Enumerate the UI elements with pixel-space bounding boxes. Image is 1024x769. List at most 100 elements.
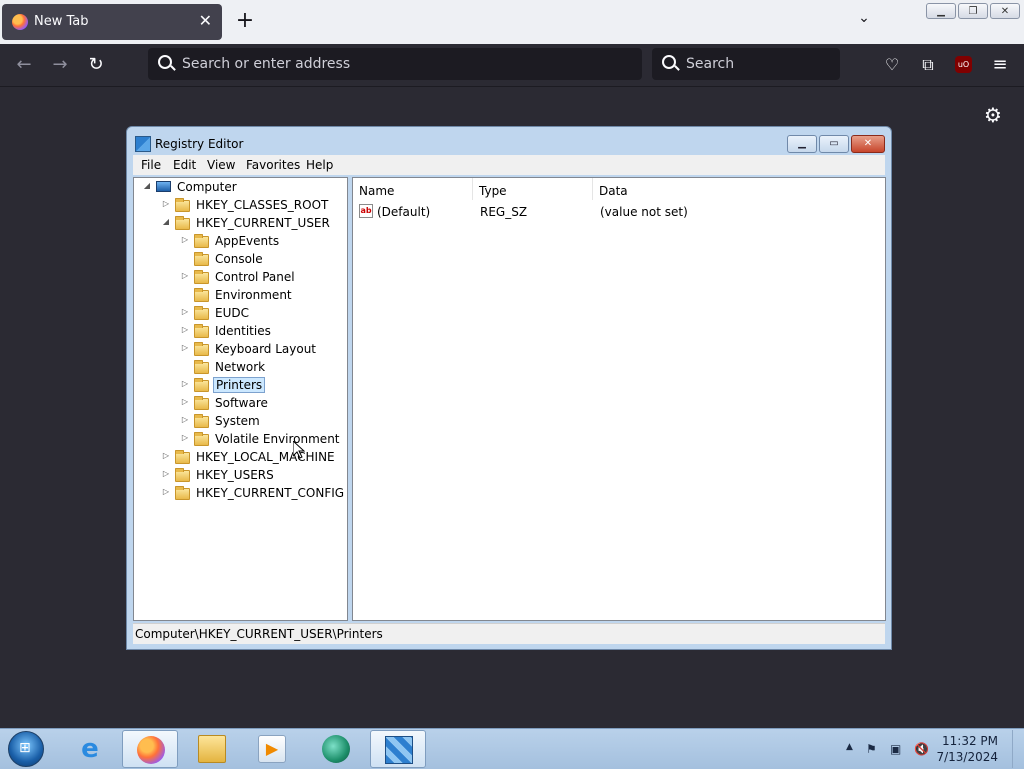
tree-node-label: Keyboard Layout xyxy=(215,342,317,356)
expand-icon[interactable]: ▷ xyxy=(180,271,190,280)
tree-node-label: HKEY_USERS xyxy=(196,468,274,482)
clock-date: 7/13/2024 xyxy=(936,750,998,764)
taskbar-firefox[interactable] xyxy=(122,730,178,768)
tree-node-label: System xyxy=(215,414,260,428)
status-path: Computer\HKEY_CURRENT_USER\Printers xyxy=(135,627,383,641)
expand-icon[interactable]: ▷ xyxy=(180,235,190,244)
search-bar[interactable]: Search xyxy=(652,48,840,80)
column-header-type[interactable]: Type xyxy=(473,178,593,200)
menu-icon[interactable]: ≡ xyxy=(988,53,1012,77)
menu-file[interactable]: File xyxy=(141,158,161,172)
back-icon[interactable]: ← xyxy=(12,53,36,77)
volume-muted-icon[interactable]: 🔇 xyxy=(914,742,929,756)
tree-node-label: Volatile Environment xyxy=(215,432,340,446)
taskbar-app[interactable] xyxy=(308,730,364,768)
tree-node-label: AppEvents xyxy=(215,234,280,248)
taskbar-internet-explorer[interactable]: e xyxy=(62,730,118,768)
value-type: REG_SZ xyxy=(480,205,528,219)
expand-icon[interactable]: ▷ xyxy=(161,487,171,496)
ublock-label: uO xyxy=(957,60,970,69)
folder-icon xyxy=(194,234,209,248)
column-header-name[interactable]: Name xyxy=(353,178,473,200)
expand-icon[interactable]: ▷ xyxy=(180,379,190,388)
regedit-minimize-button[interactable]: ▁ xyxy=(787,135,817,153)
column-header-data[interactable]: Data xyxy=(593,178,883,200)
reload-icon[interactable]: ↻ xyxy=(84,53,108,77)
tree-node-label: HKEY_CURRENT_USER xyxy=(196,216,330,230)
new-tab-button[interactable]: + xyxy=(234,8,256,34)
expand-icon[interactable]: ▷ xyxy=(180,397,190,406)
expand-icon[interactable]: ▷ xyxy=(161,199,171,208)
folder-icon xyxy=(175,468,190,482)
address-bar[interactable]: Search or enter address xyxy=(148,48,642,80)
folder-icon xyxy=(194,378,209,392)
taskbar-file-explorer[interactable] xyxy=(184,730,240,768)
expand-icon[interactable]: ▷ xyxy=(161,469,171,478)
tab-new-tab[interactable]: New Tab ✕ xyxy=(2,4,222,40)
show-desktop-button[interactable] xyxy=(1012,730,1024,768)
show-hidden-icons[interactable]: ▲ xyxy=(846,742,853,752)
folder-icon xyxy=(198,735,226,763)
extensions-icon[interactable]: ⧉ xyxy=(916,53,940,77)
list-all-tabs-icon[interactable]: ⌄ xyxy=(854,10,874,30)
expand-icon[interactable]: ▷ xyxy=(180,343,190,352)
tree-node-label: Control Panel xyxy=(215,270,295,284)
menu-help[interactable]: Help xyxy=(306,158,333,172)
value-name: (Default) xyxy=(377,205,431,219)
folder-icon xyxy=(194,396,209,410)
value-data: (value not set) xyxy=(600,205,688,219)
collapse-icon[interactable]: ◢ xyxy=(142,181,152,190)
taskbar-media-player[interactable]: ▶ xyxy=(244,730,300,768)
ublock-origin-icon[interactable]: uO xyxy=(955,56,972,73)
registry-editor-icon xyxy=(385,736,413,764)
expand-icon[interactable]: ▷ xyxy=(180,433,190,442)
close-tab-icon[interactable]: ✕ xyxy=(199,11,212,30)
firefox-icon xyxy=(137,736,165,764)
regedit-close-button[interactable]: ✕ xyxy=(851,135,885,153)
menu-edit[interactable]: Edit xyxy=(173,158,196,172)
tree-node-label: Software xyxy=(215,396,268,410)
folder-icon xyxy=(175,198,190,212)
values-list-pane[interactable]: Name Type Data ab (Default) REG_SZ (valu… xyxy=(352,177,886,621)
tree-node-label: Environment xyxy=(215,288,292,302)
computer-icon xyxy=(156,181,171,192)
forward-icon[interactable]: → xyxy=(48,53,72,77)
window-titlebar[interactable]: Registry Editor ▁ ▭ ✕ xyxy=(127,127,891,157)
expand-icon[interactable]: ▷ xyxy=(180,415,190,424)
tab-title: New Tab xyxy=(34,14,89,29)
media-player-icon: ▶ xyxy=(258,735,286,763)
folder-icon xyxy=(194,252,209,266)
gear-icon[interactable]: ⚙ xyxy=(982,104,1004,126)
system-clock[interactable]: 11:32 PM 7/13/2024 xyxy=(930,733,998,765)
registry-editor-window: Registry Editor ▁ ▭ ✕ File Edit View Fav… xyxy=(126,126,892,650)
folder-icon xyxy=(194,306,209,320)
taskbar-registry-editor[interactable] xyxy=(370,730,426,768)
minimize-button[interactable]: ▁ xyxy=(926,3,956,19)
tree-node-label: EUDC xyxy=(215,306,249,320)
key-tree-pane[interactable]: ◢ Computer ▷ HKEY_CLASSES_ROOT ◢ HKEY_CU… xyxy=(133,177,348,621)
expand-icon[interactable]: ▷ xyxy=(180,325,190,334)
collapse-icon[interactable]: ◢ xyxy=(161,217,171,226)
start-button[interactable]: ⊞ xyxy=(8,731,44,767)
network-icon[interactable]: ▣ xyxy=(890,742,901,756)
pocket-icon[interactable]: ♡ xyxy=(880,53,904,77)
folder-icon xyxy=(194,288,209,302)
close-window-button[interactable]: ✕ xyxy=(990,3,1020,19)
menu-favorites[interactable]: Favorites xyxy=(246,158,300,172)
folder-icon xyxy=(194,342,209,356)
menu-view[interactable]: View xyxy=(207,158,235,172)
expand-icon[interactable]: ▷ xyxy=(180,307,190,316)
tree-node-label: Network xyxy=(215,360,266,374)
action-center-flag-icon[interactable]: ⚑ xyxy=(866,742,877,756)
status-bar: Computer\HKEY_CURRENT_USER\Printers xyxy=(133,623,885,644)
restore-button[interactable]: ❐ xyxy=(958,3,988,19)
folder-icon xyxy=(175,450,190,464)
value-row[interactable]: ab (Default) REG_SZ (value not set) xyxy=(353,202,883,220)
firefox-icon xyxy=(12,14,28,30)
regedit-maximize-button[interactable]: ▭ xyxy=(819,135,849,153)
expand-icon[interactable]: ▷ xyxy=(161,451,171,460)
clock-time: 11:32 PM xyxy=(942,734,998,748)
window-title: Registry Editor xyxy=(155,137,244,151)
tree-node-label: Computer xyxy=(177,180,237,194)
tree-node-label: Console xyxy=(215,252,263,266)
